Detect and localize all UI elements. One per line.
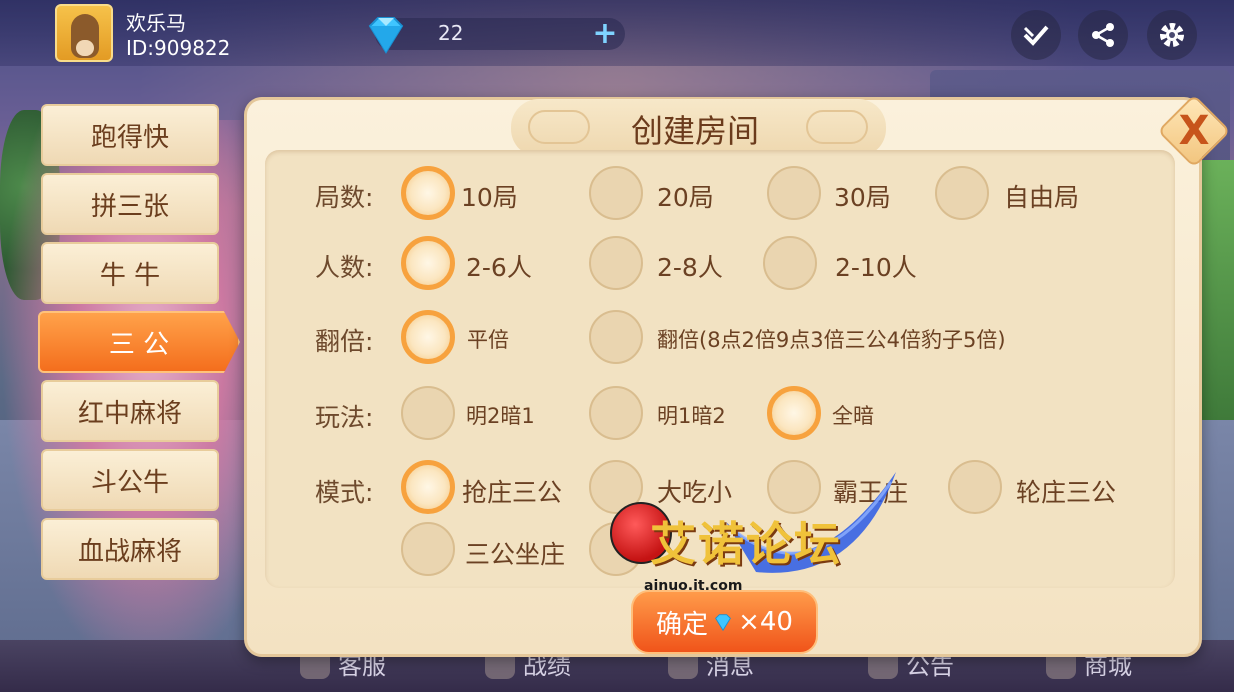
tab-dougongniu[interactable]: 斗公牛 [41,449,219,511]
gem-count: 22 [438,21,464,45]
radio-players-2-8[interactable] [589,236,643,290]
option-rounds-free[interactable]: 自由局 [1004,178,1079,214]
tab-niuniu[interactable]: 牛 牛 [41,242,219,304]
radio-multiplier-flat[interactable] [401,310,455,364]
share-button[interactable] [1078,10,1128,60]
radio-players-2-10[interactable] [763,236,817,290]
confirm-button[interactable]: 确定 ×40 [631,590,818,654]
option-players-2-6[interactable]: 2-6人 [466,248,532,284]
radio-rounds-free[interactable] [935,166,989,220]
option-rounds-30[interactable]: 30局 [834,178,891,214]
dialog-title: 创建房间 [630,112,759,150]
radio-players-2-6[interactable] [401,236,455,290]
radio-play-1-2[interactable] [589,386,643,440]
option-rounds-10[interactable]: 10局 [461,178,518,214]
radio-mode-fixed-banker[interactable] [401,522,455,576]
add-gems-button[interactable]: + [590,19,620,50]
option-players-2-8[interactable]: 2-8人 [657,248,723,284]
radio-play-2-1[interactable] [401,386,455,440]
settings-button[interactable] [1147,10,1197,60]
option-play-1-2[interactable]: 明1暗2 [657,400,726,430]
option-play-2-1[interactable]: 明2暗1 [466,400,535,430]
radio-mode-rotate[interactable] [948,460,1002,514]
option-multiplier-double[interactable]: 翻倍(8点2倍9点3倍三公4倍豹子5倍) [657,324,1006,354]
option-players-2-10[interactable]: 2-10人 [835,248,917,284]
diamond-icon [368,17,404,54]
radio-rounds-10[interactable] [401,166,455,220]
rounds-label: 局数: [315,183,374,212]
option-mode-fixed-banker[interactable]: 三公坐庄 [465,535,565,571]
tab-xuezhan-mahjong[interactable]: 血战麻将 [41,518,219,580]
multiplier-label: 翻倍: [315,327,374,356]
check-icon [1023,25,1049,46]
share-icon [1092,23,1114,47]
play-label: 玩法: [315,403,374,432]
check-button[interactable] [1011,10,1061,60]
tab-hongzhong-mahjong[interactable]: 红中麻将 [41,380,219,442]
tab-sangong[interactable]: 三 公 [38,311,240,373]
option-play-all-hidden[interactable]: 全暗 [832,400,874,430]
mode-label: 模式: [315,478,374,507]
watermark-text: 艾诺论坛 [650,517,842,571]
radio-play-all-hidden[interactable] [767,386,821,440]
diamond-icon [715,614,731,632]
option-mode-grab[interactable]: 抢庄三公 [462,473,562,509]
cloud-ornament-icon [528,110,590,144]
tab-pinsanzhang[interactable]: 拼三张 [41,173,219,235]
tab-paodekuai[interactable]: 跑得快 [41,104,219,166]
option-mode-rotate[interactable]: 轮庄三公 [1016,473,1116,509]
gear-icon [1160,23,1184,47]
radio-multiplier-double[interactable] [589,310,643,364]
cloud-ornament-icon [806,110,868,144]
confirm-label: 确定 [656,609,709,640]
gem-balance-bar [375,18,625,50]
players-label: 人数: [315,253,374,282]
option-rounds-20[interactable]: 20局 [657,178,714,214]
username: 欢乐马 [126,11,186,35]
radio-rounds-20[interactable] [589,166,643,220]
user-id: ID:909822 [126,36,231,60]
radio-mode-grab[interactable] [401,460,455,514]
confirm-cost: ×40 [738,607,793,637]
radio-rounds-30[interactable] [767,166,821,220]
avatar[interactable] [55,4,113,62]
close-icon: X [1178,108,1210,154]
option-multiplier-flat[interactable]: 平倍 [467,324,509,354]
